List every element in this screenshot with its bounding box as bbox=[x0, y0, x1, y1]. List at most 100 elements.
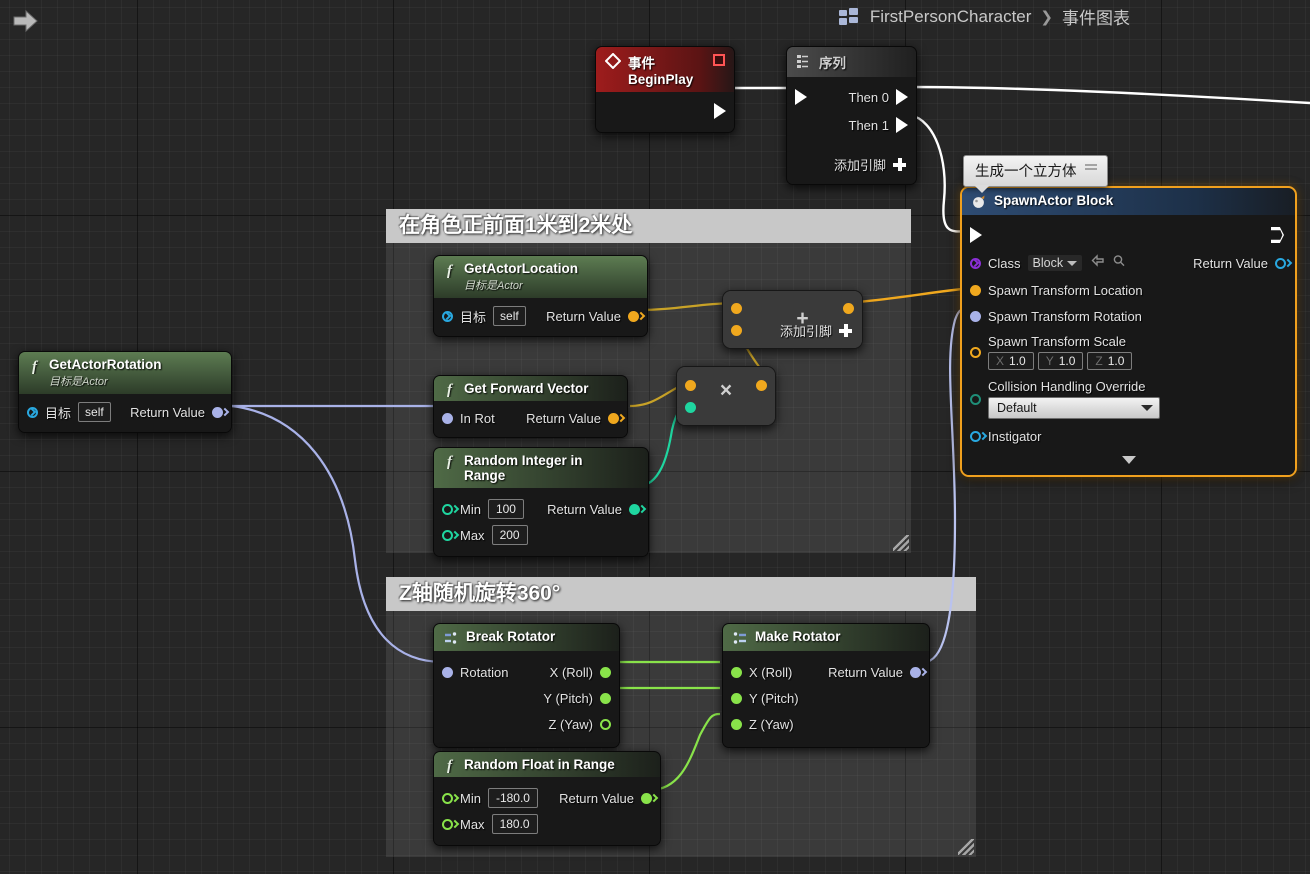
node-random-float-in-range[interactable]: f Random Float in Range Min -180.0 Retur… bbox=[433, 751, 661, 846]
max-value-input[interactable]: 180.0 bbox=[491, 813, 538, 835]
instigator-pin[interactable] bbox=[970, 430, 981, 442]
scale-y-axis-label: Y bbox=[1045, 354, 1054, 368]
min-pin[interactable] bbox=[442, 792, 453, 804]
node-header[interactable]: f Get Forward Vector bbox=[434, 376, 627, 401]
max-pin[interactable] bbox=[442, 529, 453, 541]
comment-title[interactable]: 在角色正前面1米到2米处 bbox=[386, 209, 911, 244]
class-pin[interactable] bbox=[970, 257, 981, 269]
node-make-rotator[interactable]: Make Rotator X (Roll) Return Value Y (Pi… bbox=[722, 623, 930, 748]
node-header[interactable]: Break Rotator bbox=[434, 624, 619, 651]
node-get-actor-rotation[interactable]: f GetActorRotation 目标是Actor 目标 self Retu… bbox=[18, 351, 232, 434]
scale-z-input[interactable]: Z 1.0 bbox=[1087, 352, 1133, 370]
x-roll-pin[interactable] bbox=[600, 666, 611, 678]
add-pin-button[interactable]: 添加引脚 bbox=[780, 321, 860, 340]
node-breakpoint-icon[interactable] bbox=[713, 54, 725, 66]
target-pin[interactable] bbox=[442, 310, 453, 322]
blueprint-icon bbox=[838, 7, 861, 26]
node-header[interactable]: SpawnActor Block bbox=[962, 188, 1295, 215]
add-pin-label: 添加引脚 bbox=[779, 324, 832, 339]
browse-back-icon[interactable] bbox=[1091, 254, 1105, 272]
return-value-pin[interactable] bbox=[641, 792, 652, 804]
breadcrumb-asset[interactable]: FirstPersonCharacter bbox=[870, 7, 1032, 27]
plus-icon bbox=[839, 324, 852, 337]
function-icon: f bbox=[28, 358, 44, 375]
add-pin-button[interactable]: 添加引脚 bbox=[787, 153, 916, 176]
node-header[interactable]: 事件BeginPlay bbox=[596, 47, 734, 92]
return-value-pin[interactable] bbox=[910, 666, 921, 678]
breadcrumb-tab-event-graph[interactable]: 事件图表 bbox=[1062, 4, 1130, 29]
node-break-rotator[interactable]: Break Rotator Rotation X (Roll) Y (Pitch… bbox=[433, 623, 620, 748]
max-value-input[interactable]: 200 bbox=[491, 524, 528, 546]
rotation-pin[interactable] bbox=[442, 666, 453, 678]
z-yaw-pin[interactable] bbox=[731, 718, 742, 730]
node-header[interactable]: f Random Integer in Range bbox=[434, 448, 648, 488]
magnifier-icon[interactable] bbox=[1112, 254, 1126, 272]
add-input-a-pin[interactable] bbox=[731, 302, 742, 314]
target-pin[interactable] bbox=[27, 406, 38, 418]
exec-in-pin[interactable] bbox=[795, 89, 807, 105]
node-random-integer-in-range[interactable]: f Random Integer in Range Min 100 Return… bbox=[433, 447, 649, 557]
collision-handling-override-select[interactable]: Default bbox=[988, 397, 1160, 419]
return-value-pin[interactable] bbox=[1275, 257, 1286, 269]
return-value-pin[interactable] bbox=[629, 503, 640, 515]
node-header[interactable]: 序列 bbox=[787, 47, 916, 77]
node-get-forward-vector[interactable]: f Get Forward Vector In Rot Return Value bbox=[433, 375, 628, 438]
node-event-beginplay[interactable]: 事件BeginPlay bbox=[595, 46, 735, 133]
multiply-output-pin[interactable] bbox=[756, 379, 767, 391]
target-value-self[interactable]: self bbox=[78, 402, 111, 423]
add-output-pin[interactable] bbox=[843, 302, 854, 314]
in-rot-pin[interactable] bbox=[442, 412, 453, 424]
node-expand-button[interactable] bbox=[962, 449, 1295, 473]
add-input-b-pin[interactable] bbox=[731, 325, 742, 336]
node-sequence[interactable]: 序列 Then 0 Then 1 添加引脚 bbox=[786, 46, 917, 185]
return-value-pin[interactable] bbox=[628, 310, 639, 322]
node-header[interactable]: f Random Float in Range bbox=[434, 752, 660, 777]
node-header[interactable]: Make Rotator bbox=[723, 624, 929, 651]
svg-text:f: f bbox=[447, 758, 454, 773]
spawn-transform-rotation-pin[interactable] bbox=[970, 310, 981, 322]
class-select[interactable]: Block bbox=[1027, 255, 1083, 271]
node-add[interactable]: + 添加引脚 bbox=[722, 290, 863, 349]
min-pin[interactable] bbox=[442, 503, 453, 515]
spawn-transform-location-pin[interactable] bbox=[970, 284, 981, 296]
min-value-input[interactable]: 100 bbox=[487, 498, 524, 520]
node-spawn-actor-block[interactable]: SpawnActor Block Class Block Return Valu… bbox=[960, 186, 1297, 477]
multiply-input-a-pin[interactable] bbox=[685, 379, 696, 391]
multiply-input-b-pin[interactable] bbox=[685, 401, 696, 413]
node-get-actor-location[interactable]: f GetActorLocation 目标是Actor 目标 self Retu… bbox=[433, 255, 648, 338]
target-value-self[interactable]: self bbox=[493, 306, 526, 327]
svg-text:f: f bbox=[447, 454, 454, 469]
instigator-label: Instigator bbox=[988, 428, 1042, 444]
svg-text:f: f bbox=[447, 382, 454, 397]
return-value-label: Return Value bbox=[130, 404, 205, 420]
scale-y-input[interactable]: Y 1.0 bbox=[1037, 352, 1084, 370]
node-comment-bubble[interactable]: 生成一个立方体 bbox=[963, 155, 1108, 193]
comment-resize-handle[interactable] bbox=[958, 839, 974, 856]
exec-in-pin[interactable] bbox=[970, 227, 982, 243]
node-header[interactable]: f GetActorLocation 目标是Actor bbox=[434, 256, 647, 298]
comment-resize-handle[interactable] bbox=[893, 535, 909, 552]
comment-bubble-handle-icon[interactable] bbox=[1084, 163, 1097, 178]
node-title: 序列 bbox=[819, 56, 846, 71]
min-value-input[interactable]: -180.0 bbox=[487, 787, 538, 809]
collision-handling-override-pin[interactable] bbox=[970, 393, 981, 405]
exec-out-pin[interactable] bbox=[714, 103, 726, 119]
node-multiply[interactable]: × bbox=[676, 366, 776, 426]
return-value-pin[interactable] bbox=[608, 412, 619, 424]
spawn-transform-scale-pin[interactable] bbox=[970, 346, 981, 358]
node-comment-text[interactable]: 生成一个立方体 bbox=[975, 160, 1077, 181]
y-pitch-pin[interactable] bbox=[600, 692, 611, 704]
x-roll-pin[interactable] bbox=[731, 666, 742, 678]
then-1-exec-pin[interactable] bbox=[896, 117, 908, 133]
then-1-label: Then 1 bbox=[848, 117, 889, 133]
then-0-exec-pin[interactable] bbox=[896, 89, 908, 105]
max-pin[interactable] bbox=[442, 818, 453, 830]
y-pitch-pin[interactable] bbox=[731, 692, 742, 704]
scale-x-input[interactable]: X 1.0 bbox=[988, 352, 1034, 370]
return-value-pin[interactable] bbox=[212, 406, 223, 418]
back-arrow-icon[interactable] bbox=[10, 8, 42, 34]
z-yaw-pin[interactable] bbox=[600, 718, 611, 730]
exec-out-pin[interactable] bbox=[1271, 227, 1284, 243]
comment-title[interactable]: Z轴随机旋转360° bbox=[386, 577, 976, 612]
node-header[interactable]: f GetActorRotation 目标是Actor bbox=[19, 352, 231, 394]
